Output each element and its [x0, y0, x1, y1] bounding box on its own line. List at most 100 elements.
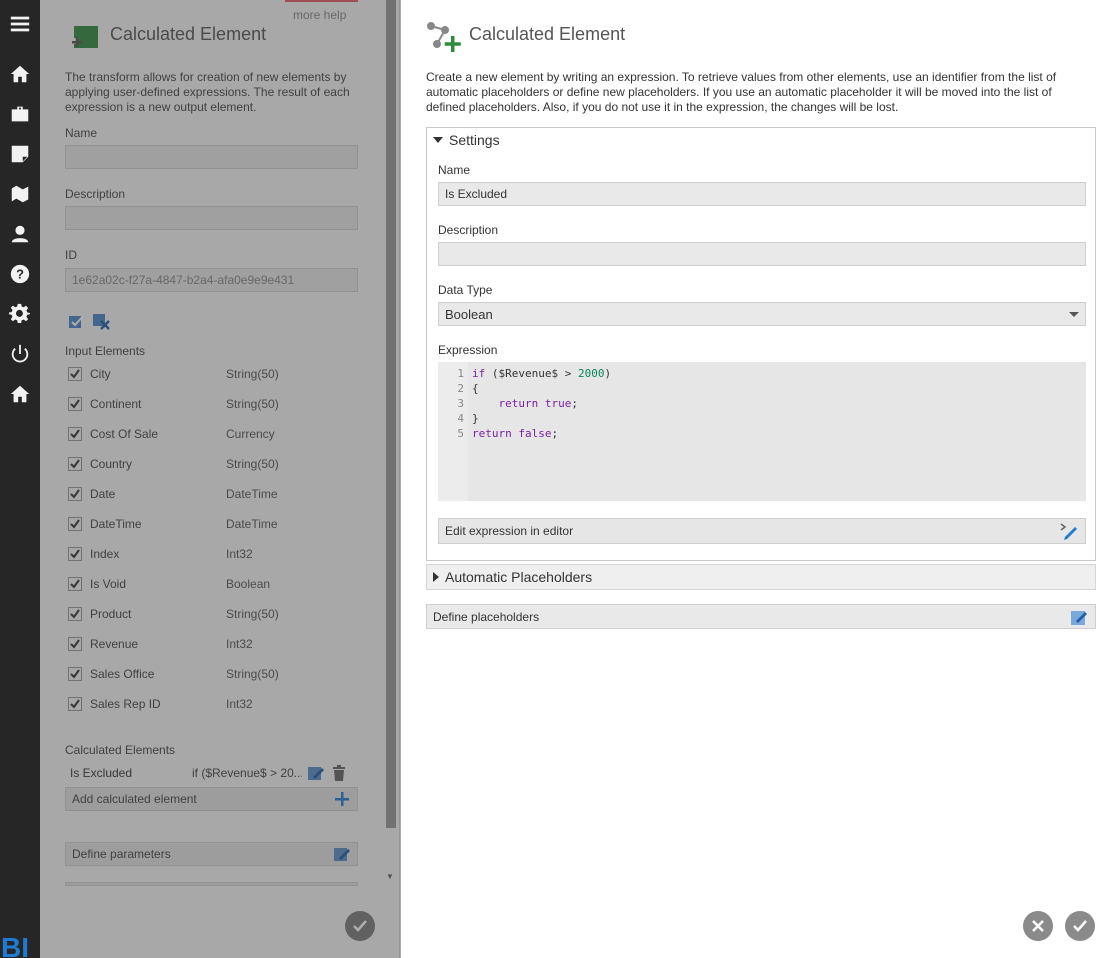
input-element-row[interactable]: DateTime DateTime — [68, 514, 328, 534]
element-type: String(50) — [226, 367, 279, 381]
cancel-button[interactable] — [1023, 911, 1053, 941]
map-icon[interactable] — [8, 182, 32, 206]
name-label: Name — [65, 126, 98, 140]
panel-description: The transform allows for creation of new… — [65, 70, 350, 114]
confirm-button[interactable] — [345, 911, 375, 941]
add-calculated-element-button[interactable]: Add calculated element — [65, 787, 358, 811]
deselect-all-icon[interactable] — [92, 312, 110, 333]
gear-icon[interactable] — [8, 302, 32, 326]
id-label: ID — [65, 248, 77, 262]
edit-icon — [1071, 610, 1087, 625]
input-element-row[interactable]: Is Void Boolean — [68, 574, 328, 594]
checkbox[interactable] — [68, 637, 82, 651]
element-name: Product — [90, 607, 132, 621]
data-type-value: Boolean — [445, 306, 493, 322]
input-element-row[interactable]: Continent String(50) — [68, 394, 328, 414]
element-name: Is Void — [90, 577, 127, 591]
settings-header[interactable]: Settings — [427, 128, 1095, 152]
name-label: Name — [438, 163, 471, 177]
check-icon — [1073, 920, 1087, 932]
checkbox[interactable] — [68, 667, 82, 681]
input-element-row[interactable]: Index Int32 — [68, 544, 328, 564]
collapsed-section — [65, 882, 358, 886]
edit-expression-label: Edit expression in editor — [445, 524, 574, 538]
nav-rail: ? BI — [0, 0, 40, 958]
code-line: if ($Revenue$ > 2000) — [472, 367, 612, 380]
automatic-placeholders-section[interactable]: Automatic Placeholders — [426, 564, 1096, 590]
user-icon[interactable] — [8, 222, 32, 246]
home-icon[interactable] — [8, 62, 32, 86]
input-element-row[interactable]: Country String(50) — [68, 454, 328, 474]
element-name: Country — [90, 457, 133, 471]
edit-expression-button[interactable]: Edit expression in editor — [438, 518, 1086, 544]
home-icon[interactable] — [8, 382, 32, 406]
code-line: } — [472, 412, 479, 425]
briefcase-icon[interactable] — [8, 102, 32, 126]
checkbox[interactable] — [68, 427, 82, 441]
input-element-row[interactable]: Product String(50) — [68, 604, 328, 624]
description-field[interactable] — [438, 242, 1086, 266]
more-help-link[interactable]: more help — [293, 8, 346, 22]
input-element-row[interactable]: City String(50) — [68, 364, 328, 384]
element-name: Sales Office — [90, 667, 155, 681]
checkbox[interactable] — [68, 577, 82, 591]
checkbox[interactable] — [68, 397, 82, 411]
input-element-row[interactable]: Cost Of Sale Currency — [68, 424, 328, 444]
input-element-row[interactable]: Date DateTime — [68, 484, 328, 504]
element-type: Int32 — [226, 637, 253, 651]
data-type-select[interactable]: Boolean — [438, 302, 1086, 326]
element-name: City — [90, 367, 111, 381]
expression-editor[interactable]: 1 2 3 4 5 if ($Revenue$ > 2000) { return … — [438, 362, 1086, 501]
select-all-icon[interactable] — [68, 312, 86, 333]
element-type: String(50) — [226, 397, 279, 411]
data-type-label: Data Type — [438, 283, 493, 297]
checkbox[interactable] — [68, 367, 82, 381]
ok-button[interactable] — [1065, 911, 1095, 941]
element-type: Int32 — [226, 697, 253, 711]
code-line: return false; — [472, 427, 559, 440]
automatic-placeholders-header[interactable]: Automatic Placeholders — [427, 565, 1095, 589]
note-icon[interactable] — [8, 142, 32, 166]
name-field[interactable] — [65, 145, 358, 169]
id-field[interactable]: 1e62a02c-f27a-4847-b2a4-afa0e9e9e431 — [65, 268, 358, 292]
edit-icon[interactable] — [307, 764, 325, 782]
calculated-element-icon — [68, 24, 100, 52]
element-type: Currency — [226, 427, 275, 441]
checkbox[interactable] — [68, 517, 82, 531]
element-type: DateTime — [226, 487, 278, 501]
calculated-element-row[interactable]: Is Excluded if ($Revenue$ > 20... — [65, 762, 358, 784]
checkbox[interactable] — [68, 547, 82, 561]
editor-description: Create a new element by writing an expre… — [426, 70, 1057, 114]
element-type: DateTime — [226, 517, 278, 531]
power-icon[interactable] — [8, 342, 32, 366]
scroll-down-icon[interactable]: ▼ — [386, 872, 394, 881]
delete-icon[interactable] — [330, 764, 348, 782]
description-field[interactable] — [65, 206, 358, 230]
element-name: Sales Rep ID — [90, 697, 161, 711]
close-icon — [1032, 920, 1044, 932]
automatic-placeholders-label: Automatic Placeholders — [445, 569, 593, 585]
checkbox[interactable] — [68, 457, 82, 471]
selection-tools — [68, 312, 110, 333]
collapse-icon — [433, 137, 443, 143]
input-element-row[interactable]: Sales Rep ID Int32 — [68, 694, 328, 714]
input-element-row[interactable]: Revenue Int32 — [68, 634, 328, 654]
input-element-row[interactable]: Sales Office String(50) — [68, 664, 328, 684]
checkbox[interactable] — [68, 697, 82, 711]
expression-code[interactable]: if ($Revenue$ > 2000) { return true;} retu… — [468, 362, 611, 501]
edit-icon — [334, 848, 350, 861]
checkbox[interactable] — [68, 607, 82, 621]
name-field[interactable]: Is Excluded — [438, 182, 1086, 206]
description-label: Description — [65, 187, 126, 201]
element-type: String(50) — [226, 457, 279, 471]
line-numbers: 1 2 3 4 5 — [438, 362, 468, 501]
help-icon[interactable]: ? — [8, 262, 32, 286]
menu-icon[interactable] — [8, 12, 32, 36]
element-name: Continent — [90, 397, 142, 411]
calculated-element-name: Is Excluded — [70, 766, 133, 780]
scrollbar-thumb[interactable] — [386, 0, 396, 828]
checkbox[interactable] — [68, 487, 82, 501]
define-parameters-button[interactable]: Define parameters — [65, 842, 358, 866]
define-placeholders-button[interactable]: Define placeholders — [426, 604, 1096, 629]
scrollbar[interactable]: ▼ — [384, 0, 396, 885]
